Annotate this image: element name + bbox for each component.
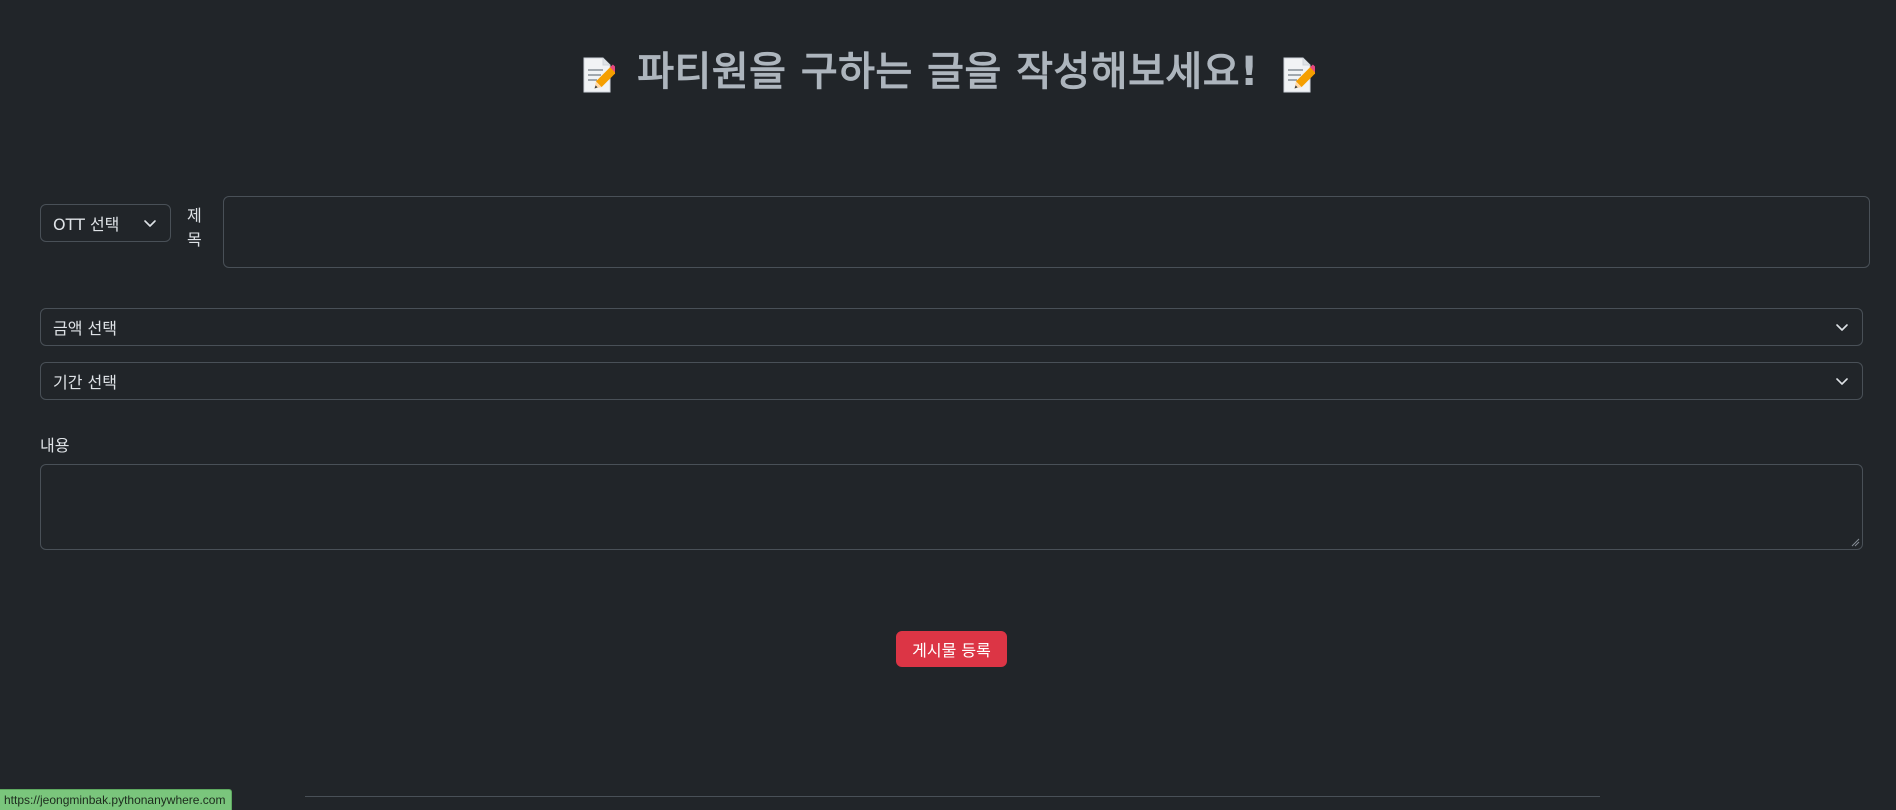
ott-select[interactable]: OTT 선택 bbox=[40, 204, 171, 242]
submit-post-button[interactable]: 게시물 등록 bbox=[896, 631, 1007, 667]
chevron-down-icon bbox=[1836, 324, 1848, 331]
period-select[interactable]: 기간 선택 bbox=[40, 362, 1863, 400]
page: 파티원을 구하는 글을 작성해보세요! OTT 선택 제 목 금액 선택 기간 … bbox=[0, 0, 1896, 810]
resize-grip-icon[interactable] bbox=[1850, 537, 1860, 547]
status-bar-url: https://jeongminbak.pythonanywhere.com bbox=[0, 789, 233, 810]
content-label: 내용 bbox=[40, 436, 70, 455]
content-textarea[interactable] bbox=[40, 464, 1863, 550]
page-title-text: 파티원을 구하는 글을 작성해보세요! bbox=[637, 49, 1259, 95]
footer-divider bbox=[305, 796, 1600, 797]
price-select-value: 금액 선택 bbox=[53, 319, 117, 338]
page-title: 파티원을 구하는 글을 작성해보세요! bbox=[0, 44, 1896, 100]
chevron-down-icon bbox=[1836, 378, 1848, 385]
ott-select-value: OTT 선택 bbox=[53, 215, 120, 234]
title-label: 제 목 bbox=[187, 206, 202, 249]
chevron-down-icon bbox=[144, 220, 156, 227]
memo-icon bbox=[581, 53, 619, 93]
memo-icon bbox=[1281, 53, 1319, 93]
price-select[interactable]: 금액 선택 bbox=[40, 308, 1863, 346]
title-input[interactable] bbox=[223, 196, 1870, 268]
period-select-value: 기간 선택 bbox=[53, 373, 117, 392]
